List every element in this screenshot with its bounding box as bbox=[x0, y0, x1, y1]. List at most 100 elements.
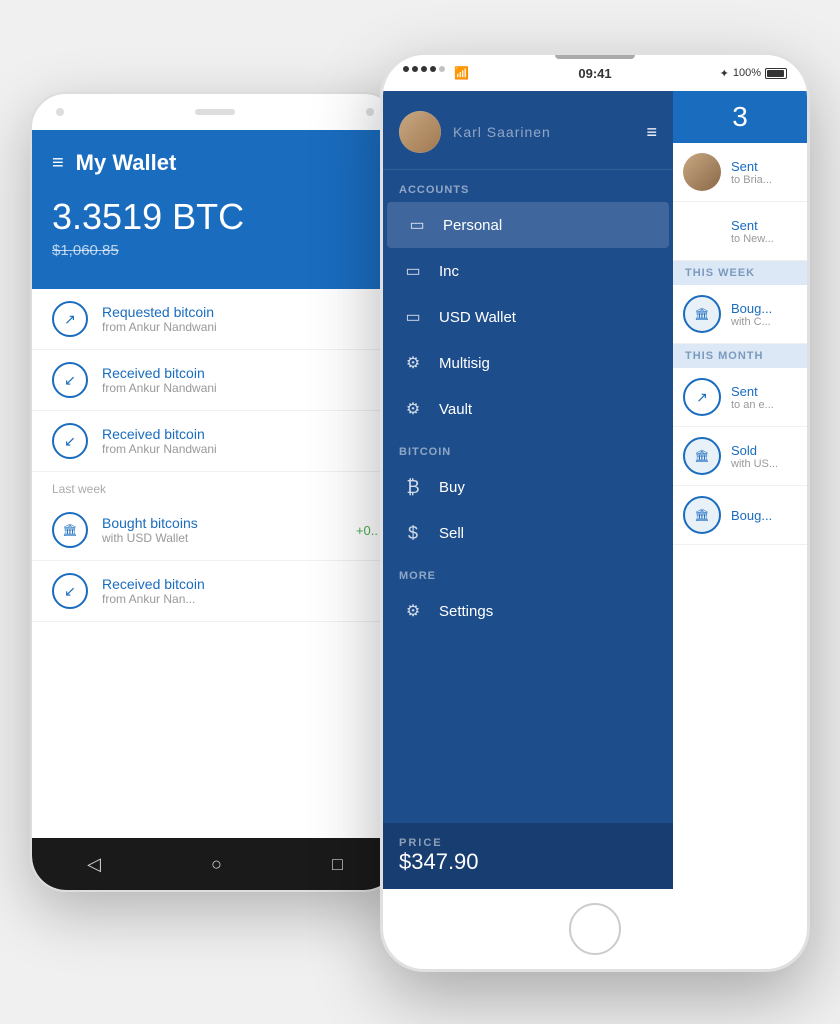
avatar-image bbox=[399, 111, 441, 153]
section-label-this-week: THIS WEEK bbox=[673, 261, 807, 285]
ios-balance-header: 3 bbox=[673, 91, 807, 143]
multisig-icon: ⚙ bbox=[399, 353, 427, 373]
avatar-2 bbox=[683, 212, 721, 250]
tx-sub: with C... bbox=[731, 316, 772, 328]
android-nav-bar: ◁ ○ □ bbox=[32, 838, 398, 890]
camera-dot bbox=[56, 108, 64, 116]
tx-title: Sent bbox=[731, 384, 774, 399]
bank-icon: 🏛 bbox=[683, 295, 721, 333]
profile-name: Karl Saarinen bbox=[453, 124, 551, 140]
table-row[interactable]: ↙ Received bitcoin from Ankur Nandwani bbox=[32, 350, 398, 411]
tx-title: Received bitcoin bbox=[102, 365, 217, 381]
tx-sub: from Ankur Nan... bbox=[102, 592, 205, 606]
signal-dots: 📶 bbox=[403, 66, 469, 80]
received-icon-3: ↙ bbox=[52, 573, 88, 609]
btc-balance: 3.3519 BTC bbox=[52, 196, 378, 238]
sidebar-item-usd-wallet[interactable]: ▭ USD Wallet bbox=[383, 294, 673, 340]
signal-dot bbox=[421, 66, 427, 72]
tx-amount: +0.. bbox=[356, 523, 378, 538]
sidebar-item-sell[interactable]: $ Sell bbox=[383, 510, 673, 556]
battery-icon bbox=[765, 68, 787, 79]
sidebar-item-label: Vault bbox=[439, 401, 472, 418]
sidebar-item-multisig[interactable]: ⚙ Multisig bbox=[383, 340, 673, 386]
sidebar-item-inc[interactable]: ▭ Inc bbox=[383, 248, 673, 294]
sidebar-item-label: Buy bbox=[439, 479, 465, 496]
android-phone: ≡ My Wallet 3.3519 BTC $1,060.85 ↗ Reque… bbox=[30, 92, 400, 892]
tx-sub: from Ankur Nandwani bbox=[102, 381, 217, 395]
table-row[interactable]: 🏛 Bought bitcoins with USD Wallet +0.. bbox=[32, 500, 398, 561]
wallet-header: ≡ My Wallet 3.3519 BTC $1,060.85 bbox=[32, 130, 398, 289]
vault-icon: ⚙ bbox=[399, 399, 427, 419]
ios-home-area bbox=[383, 889, 807, 969]
tx-sub: from Ankur Nandwani bbox=[102, 442, 217, 456]
sidebar-item-settings[interactable]: ⚙ Settings bbox=[383, 588, 673, 634]
tx-title: Sent bbox=[731, 159, 772, 174]
bitcoin-sell-icon: $ bbox=[399, 523, 427, 543]
signal-dot bbox=[430, 66, 436, 72]
scene: ≡ My Wallet 3.3519 BTC $1,060.85 ↗ Reque… bbox=[30, 52, 810, 972]
tx-sub: with USD Wallet bbox=[102, 531, 198, 545]
table-row[interactable]: 🏛 Boug... bbox=[673, 486, 807, 545]
sidebar-item-label: USD Wallet bbox=[439, 309, 516, 326]
hamburger-icon[interactable]: ≡ bbox=[52, 152, 62, 175]
drawer-profile: Karl Saarinen ≡ bbox=[383, 91, 673, 170]
signal-dot bbox=[439, 66, 445, 72]
tx-title: Boug... bbox=[731, 508, 772, 523]
tx-sub: to Bria... bbox=[731, 174, 772, 186]
table-row[interactable]: Sent to New... bbox=[673, 202, 807, 261]
sidebar-item-personal[interactable]: ▭ Personal bbox=[387, 202, 669, 248]
wifi-icon: 📶 bbox=[454, 66, 469, 80]
ios-content: Karl Saarinen ≡ ACCOUNTS ▭ Personal ▭ In… bbox=[383, 91, 807, 889]
android-content: ≡ My Wallet 3.3519 BTC $1,060.85 ↗ Reque… bbox=[32, 130, 398, 838]
android-tx-list: ↗ Requested bitcoin from Ankur Nandwani … bbox=[32, 289, 398, 622]
table-row[interactable]: 🏛 Sold with US... bbox=[673, 427, 807, 486]
avatar bbox=[683, 153, 721, 191]
home-button[interactable]: ○ bbox=[211, 854, 222, 875]
tx-title: Received bitcoin bbox=[102, 576, 205, 592]
battery-percent: 100% bbox=[733, 67, 761, 79]
price-value: $347.90 bbox=[399, 849, 657, 875]
tx-title: Boug... bbox=[731, 301, 772, 316]
tx-title: Sold bbox=[731, 443, 778, 458]
bank-icon-3: 🏛 bbox=[683, 496, 721, 534]
back-button[interactable]: ◁ bbox=[87, 854, 101, 875]
bluetooth-icon: ✦ bbox=[720, 67, 729, 80]
sidebar-item-label: Settings bbox=[439, 603, 493, 620]
send-icon: ↗ bbox=[683, 378, 721, 416]
wallet-icon-2: ▭ bbox=[399, 261, 427, 281]
bought-icon: 🏛 bbox=[52, 512, 88, 548]
drawer-hamburger-icon[interactable]: ≡ bbox=[646, 122, 657, 143]
table-row[interactable]: 🏛 Boug... with C... bbox=[673, 285, 807, 344]
sidebar-item-label: Personal bbox=[443, 217, 502, 234]
tx-title: Received bitcoin bbox=[102, 426, 217, 442]
tx-title: Sent bbox=[731, 218, 774, 233]
wallet-title: My Wallet bbox=[76, 150, 177, 176]
table-row[interactable]: ↗ Sent to an e... bbox=[673, 368, 807, 427]
signal-dot bbox=[403, 66, 409, 72]
usd-balance: $1,060.85 bbox=[52, 242, 378, 259]
bitcoin-label: BITCOIN bbox=[383, 432, 673, 464]
ios-drawer: Karl Saarinen ≡ ACCOUNTS ▭ Personal ▭ In… bbox=[383, 91, 673, 889]
price-bar: PRICE $347.90 bbox=[383, 823, 673, 889]
recents-button[interactable]: □ bbox=[332, 854, 343, 875]
battery-fill bbox=[767, 70, 784, 77]
android-top-bar bbox=[32, 94, 398, 130]
sensor-dot bbox=[366, 108, 374, 116]
sidebar-item-buy[interactable]: ₿ Buy bbox=[383, 464, 673, 510]
sidebar-item-vault[interactable]: ⚙ Vault bbox=[383, 386, 673, 432]
tx-title: Requested bitcoin bbox=[102, 304, 217, 320]
price-label: PRICE bbox=[399, 837, 657, 849]
bank-icon-2: 🏛 bbox=[683, 437, 721, 475]
table-row[interactable]: ↗ Requested bitcoin from Ankur Nandwani bbox=[32, 289, 398, 350]
home-button[interactable] bbox=[569, 903, 621, 955]
received-icon: ↙ bbox=[52, 362, 88, 398]
table-row[interactable]: ↙ Received bitcoin from Ankur Nandwani bbox=[32, 411, 398, 472]
received-icon-2: ↙ bbox=[52, 423, 88, 459]
table-row[interactable]: Sent to Bria... bbox=[673, 143, 807, 202]
tx-sub: to an e... bbox=[731, 399, 774, 411]
ios-right-panel: 3 Sent to Bria... Sent bbox=[673, 91, 807, 889]
sidebar-item-label: Multisig bbox=[439, 355, 490, 372]
section-label-this-month: THIS MONTH bbox=[673, 344, 807, 368]
signal-dot bbox=[412, 66, 418, 72]
table-row[interactable]: ↙ Received bitcoin from Ankur Nan... bbox=[32, 561, 398, 622]
